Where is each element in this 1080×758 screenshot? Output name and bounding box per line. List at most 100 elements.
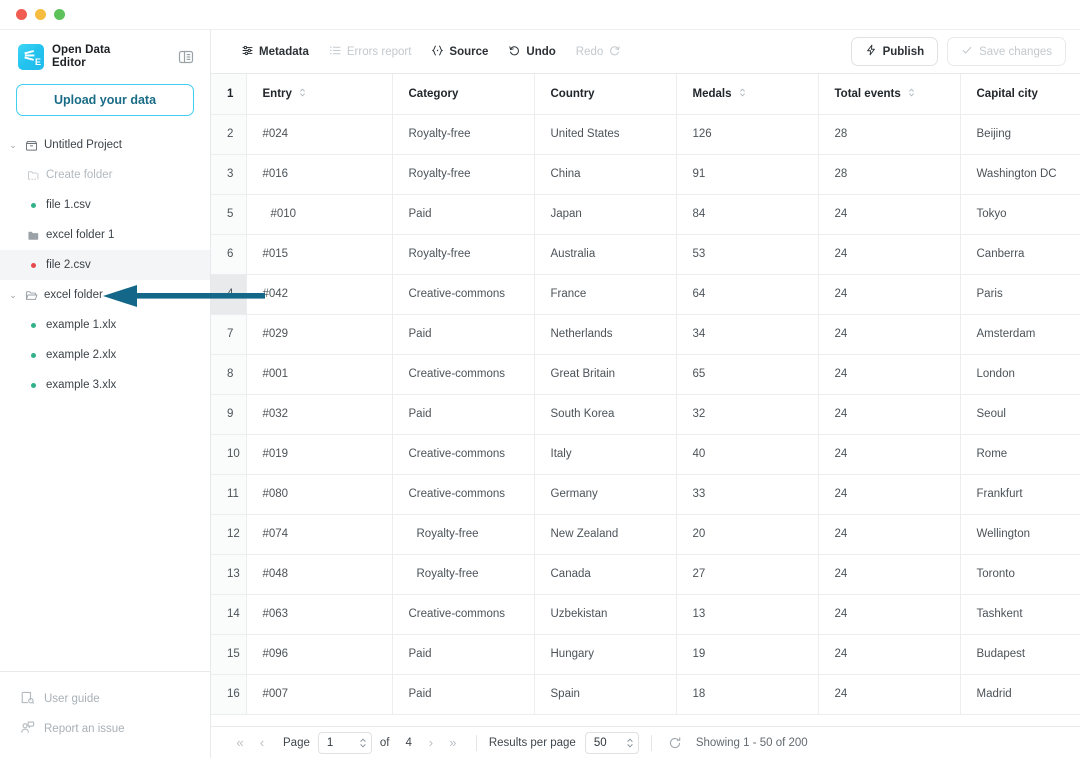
tree-item-file-2-csv[interactable]: file 2.csv (0, 250, 210, 280)
row-number-cell[interactable]: 11 (211, 474, 246, 514)
cell-entry[interactable]: #024 (246, 114, 392, 154)
next-page-button[interactable]: › (420, 732, 442, 754)
cell-country[interactable]: United States (534, 114, 676, 154)
cell-entry[interactable]: #015 (246, 234, 392, 274)
chevron-down-icon[interactable]: ⌄ (8, 140, 18, 151)
tree-item-file-1-csv[interactable]: file 1.csv (0, 190, 210, 220)
maximize-window-button[interactable] (54, 9, 65, 20)
cell-country[interactable]: Uzbekistan (534, 594, 676, 634)
table-row[interactable]: 10#019Creative-commonsItaly4024Rome (211, 434, 1080, 474)
table-row[interactable]: 2#024Royalty-freeUnited States12628Beiji… (211, 114, 1080, 154)
cell-medals[interactable]: 53 (676, 234, 818, 274)
stepper-arrows-icon[interactable] (626, 737, 634, 749)
cell-capital-city[interactable]: Canberra (960, 234, 1080, 274)
sort-icon[interactable] (739, 88, 746, 100)
cell-capital-city[interactable]: Wellington (960, 514, 1080, 554)
cell-capital-city[interactable]: Budapest (960, 634, 1080, 674)
previous-page-button[interactable]: ‹ (251, 732, 273, 754)
user-guide-link[interactable]: User guide (0, 684, 210, 714)
cell-category[interactable]: Creative-commons (392, 274, 534, 314)
table-row[interactable]: 12#074Royalty-freeNew Zealand2024Welling… (211, 514, 1080, 554)
report-an-issue-link[interactable]: Report an issue (0, 714, 210, 744)
table-row[interactable]: 11#080Creative-commonsGermany3324Frankfu… (211, 474, 1080, 514)
cell-entry[interactable]: #032 (246, 394, 392, 434)
cell-total-events[interactable]: 24 (818, 514, 960, 554)
cell-entry[interactable]: #016 (246, 154, 392, 194)
cell-entry[interactable]: #019 (246, 434, 392, 474)
cell-category[interactable]: Royalty-free (392, 154, 534, 194)
cell-medals[interactable]: 13 (676, 594, 818, 634)
cell-category[interactable]: Royalty-free (392, 234, 534, 274)
cell-capital-city[interactable]: Beijing (960, 114, 1080, 154)
cell-category[interactable]: Creative-commons (392, 354, 534, 394)
table-row[interactable]: 13#048Royalty-freeCanada2724Toronto (211, 554, 1080, 594)
row-number-cell[interactable]: 8 (211, 354, 246, 394)
table-row[interactable]: 6#015Royalty-freeAustralia5324Canberra (211, 234, 1080, 274)
tree-item-excel-folder[interactable]: ⌄ excel folder (0, 280, 210, 310)
cell-total-events[interactable]: 24 (818, 394, 960, 434)
cell-country[interactable]: China (534, 154, 676, 194)
cell-entry[interactable]: #007 (246, 674, 392, 714)
cell-medals[interactable]: 40 (676, 434, 818, 474)
cell-country[interactable]: South Korea (534, 394, 676, 434)
cell-medals[interactable]: 32 (676, 394, 818, 434)
row-number-cell[interactable]: 9 (211, 394, 246, 434)
cell-medals[interactable]: 126 (676, 114, 818, 154)
column-header-capital-city[interactable]: Capital city (960, 74, 1080, 114)
toolbar-source-button[interactable]: Source (421, 39, 498, 65)
save-changes-button[interactable]: Save changes (947, 37, 1066, 66)
cell-total-events[interactable]: 24 (818, 434, 960, 474)
table-row[interactable]: 4#042Creative-commonsFrance6424Paris (211, 274, 1080, 314)
cell-total-events[interactable]: 24 (818, 194, 960, 234)
row-number-cell[interactable]: 15 (211, 634, 246, 674)
cell-country[interactable]: Hungary (534, 634, 676, 674)
column-header-country[interactable]: Country (534, 74, 676, 114)
chevron-down-icon[interactable]: ⌄ (8, 290, 18, 301)
table-row[interactable]: 9#032PaidSouth Korea3224Seoul (211, 394, 1080, 434)
column-header-medals[interactable]: Medals (676, 74, 818, 114)
cell-category[interactable]: Creative-commons (392, 594, 534, 634)
cell-category[interactable]: Paid (392, 394, 534, 434)
cell-entry[interactable]: #063 (246, 594, 392, 634)
cell-country[interactable]: Canada (534, 554, 676, 594)
cell-total-events[interactable]: 28 (818, 114, 960, 154)
cell-total-events[interactable]: 24 (818, 314, 960, 354)
cell-medals[interactable]: 65 (676, 354, 818, 394)
cell-category[interactable]: Royalty-free (392, 114, 534, 154)
table-row[interactable]: 7#029PaidNetherlands3424Amsterdam (211, 314, 1080, 354)
row-number-cell[interactable]: 2 (211, 114, 246, 154)
table-row[interactable]: 16#007PaidSpain1824Madrid (211, 674, 1080, 714)
cell-country[interactable]: Japan (534, 194, 676, 234)
row-number-cell[interactable]: 10 (211, 434, 246, 474)
sort-icon[interactable] (908, 88, 915, 100)
column-header-entry[interactable]: Entry (246, 74, 392, 114)
table-row[interactable]: 15#096PaidHungary1924Budapest (211, 634, 1080, 674)
publish-button[interactable]: Publish (851, 37, 939, 66)
panel-toggle-icon[interactable] (176, 47, 196, 67)
cell-entry[interactable]: #029 (246, 314, 392, 354)
cell-capital-city[interactable]: Toronto (960, 554, 1080, 594)
tree-item-example-2-xlx[interactable]: example 2.xlx (0, 340, 210, 370)
results-per-page-stepper[interactable] (585, 732, 639, 754)
cell-total-events[interactable]: 24 (818, 354, 960, 394)
cell-capital-city[interactable]: Paris (960, 274, 1080, 314)
row-number-cell[interactable]: 12 (211, 514, 246, 554)
toolbar-metadata-button[interactable]: Metadata (231, 39, 319, 65)
data-grid[interactable]: 1 Entry Category (211, 74, 1080, 726)
cell-category[interactable]: Royalty-free (392, 554, 534, 594)
cell-medals[interactable]: 19 (676, 634, 818, 674)
row-number-cell[interactable]: 7 (211, 314, 246, 354)
cell-country[interactable]: Germany (534, 474, 676, 514)
cell-medals[interactable]: 27 (676, 554, 818, 594)
cell-total-events[interactable]: 24 (818, 634, 960, 674)
cell-capital-city[interactable]: Rome (960, 434, 1080, 474)
tree-item-example-1-xlx[interactable]: example 1.xlx (0, 310, 210, 340)
cell-capital-city[interactable]: Frankfurt (960, 474, 1080, 514)
cell-category[interactable]: Creative-commons (392, 434, 534, 474)
close-window-button[interactable] (16, 9, 27, 20)
table-row[interactable]: 14#063Creative-commonsUzbekistan1324Tash… (211, 594, 1080, 634)
column-header-total-events[interactable]: Total events (818, 74, 960, 114)
cell-medals[interactable]: 18 (676, 674, 818, 714)
table-row[interactable]: 3#016Royalty-freeChina9128Washington DC (211, 154, 1080, 194)
cell-entry[interactable]: #080 (246, 474, 392, 514)
